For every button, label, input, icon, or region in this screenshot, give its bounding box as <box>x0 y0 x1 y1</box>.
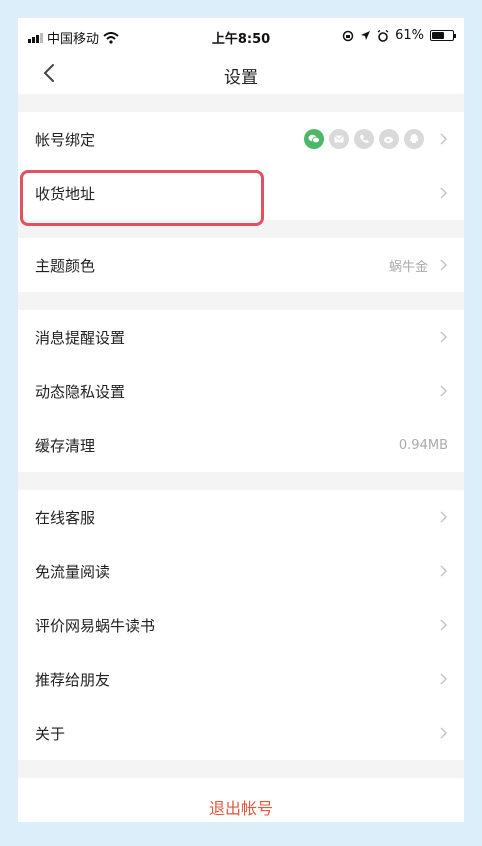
bind-icons <box>304 129 424 149</box>
chevron-right-icon <box>440 511 447 523</box>
rate-app-label: 评价网易蜗牛读书 <box>35 616 156 635</box>
navigation-bar: 设置 <box>18 52 464 94</box>
alarm-icon <box>377 29 389 42</box>
clear-cache-row[interactable]: 缓存清理 0.94MB <box>18 418 464 472</box>
shipping-address-right <box>438 186 448 200</box>
battery-percent: 61% <box>395 28 424 43</box>
free-data-reading-label: 免流量阅读 <box>35 562 111 581</box>
clear-cache-label: 缓存清理 <box>35 436 96 455</box>
shipping-address-row[interactable]: 收货地址 <box>18 166 464 226</box>
battery-icon <box>430 30 456 41</box>
privacy-settings-row[interactable]: 动态隐私设置 <box>18 364 464 418</box>
chevron-right-icon <box>440 133 447 145</box>
theme-color-right: 蜗牛金 <box>389 256 448 275</box>
about-label: 关于 <box>35 724 66 743</box>
notification-settings-right <box>438 330 448 344</box>
online-service-row[interactable]: 在线客服 <box>18 490 464 544</box>
recommend-friends-row[interactable]: 推荐给朋友 <box>18 652 464 706</box>
chevron-right-icon <box>440 673 447 685</box>
chevron-right-icon <box>440 619 447 631</box>
privacy-settings-label: 动态隐私设置 <box>35 382 126 401</box>
chevron-right-icon <box>440 565 447 577</box>
theme-color-label: 主题颜色 <box>35 256 96 275</box>
account-group: 帐号绑定 收货地址 <box>18 112 464 226</box>
account-binding-label: 帐号绑定 <box>35 130 96 149</box>
chevron-right-icon <box>440 727 447 739</box>
theme-group: 主题颜色 蜗牛金 <box>18 238 464 292</box>
mail-icon <box>329 129 349 149</box>
weibo-icon <box>379 129 399 149</box>
notification-settings-row[interactable]: 消息提醒设置 <box>18 310 464 364</box>
about-group: 在线客服 免流量阅读 评价网易蜗牛读书 推荐给朋友 关于 <box>18 490 464 760</box>
clear-cache-right: 0.94MB <box>399 438 448 453</box>
wechat-icon <box>304 129 324 149</box>
notification-settings-label: 消息提醒设置 <box>35 328 126 347</box>
free-data-reading-row[interactable]: 免流量阅读 <box>18 544 464 598</box>
location-icon <box>361 31 371 40</box>
chevron-right-icon <box>440 385 447 397</box>
status-bar: 中国移动 上午8:50 61% <box>18 18 464 52</box>
qq-icon <box>404 129 424 149</box>
phone-screen: 中国移动 上午8:50 61% 设置 帐号绑定 收货地址 主题颜色 蜗牛金 消息… <box>18 18 464 822</box>
logout-button[interactable]: 退出帐号 <box>18 778 464 822</box>
chevron-right-icon <box>440 331 447 343</box>
recommend-friends-label: 推荐给朋友 <box>35 670 111 689</box>
section-gap <box>18 760 464 778</box>
chevron-right-icon <box>440 187 447 199</box>
cache-size-value: 0.94MB <box>398 437 448 453</box>
about-row[interactable]: 关于 <box>18 706 464 760</box>
shipping-address-label: 收货地址 <box>35 184 96 203</box>
account-binding-right <box>304 129 448 149</box>
privacy-group: 消息提醒设置 动态隐私设置 缓存清理 0.94MB <box>18 310 464 472</box>
section-gap <box>18 220 464 238</box>
theme-color-row[interactable]: 主题颜色 蜗牛金 <box>18 238 464 292</box>
page-title: 设置 <box>224 68 258 88</box>
privacy-settings-right <box>438 384 448 398</box>
account-binding-row[interactable]: 帐号绑定 <box>18 112 464 166</box>
status-right: 61% <box>342 28 456 43</box>
rotation-lock-icon <box>342 30 354 41</box>
online-service-label: 在线客服 <box>35 508 96 527</box>
chevron-right-icon <box>440 259 447 271</box>
section-gap <box>18 292 464 310</box>
phone-icon <box>354 129 374 149</box>
rate-app-row[interactable]: 评价网易蜗牛读书 <box>18 598 464 652</box>
theme-color-value: 蜗牛金 <box>388 259 428 275</box>
section-gap <box>18 94 464 112</box>
section-gap <box>18 472 464 490</box>
